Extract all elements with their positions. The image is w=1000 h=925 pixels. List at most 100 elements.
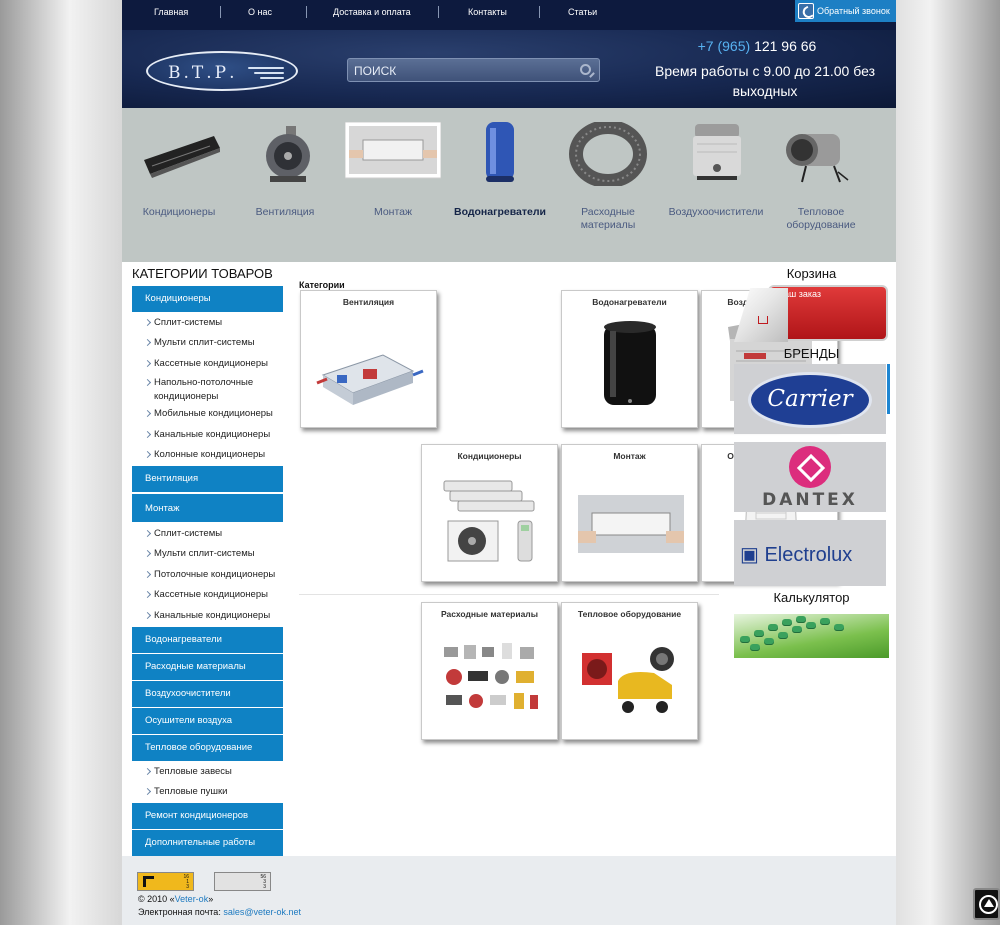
category-card-conditioners[interactable]: Кондиционеры	[421, 444, 558, 582]
cart-page-curl	[734, 288, 788, 342]
cards-divider	[299, 594, 719, 595]
sidebar-subitem[interactable]: Мульти сплит-системы	[154, 547, 255, 561]
sidebar-subitem[interactable]: Мульти сплит-системы	[154, 336, 255, 350]
sidebar-subitem[interactable]: Колонные кондиционеры	[154, 448, 265, 462]
phone-number: +7 (965) 121 96 66	[642, 38, 872, 54]
phone-main: 121 96 66	[754, 38, 817, 54]
brand-carrier[interactable]: Carrier	[734, 364, 886, 434]
brand-dantex[interactable]: DANTEX	[734, 442, 886, 512]
category-conditioners[interactable]: Кондиционеры	[126, 108, 232, 219]
footer: 16 1 3 56 3 3 © 2010 «Veter-ok» Электрон…	[122, 856, 896, 925]
sidebar-item-conditioners[interactable]: Кондиционеры	[132, 286, 283, 312]
category-card-consumables[interactable]: Расходные материалы	[421, 602, 558, 740]
air-conditioner-image	[134, 122, 224, 186]
sidebar-item-consumables[interactable]: Расходные материалы	[132, 654, 283, 680]
search-box	[347, 58, 600, 82]
sidebar-item-extra-works[interactable]: Дополнительные работы	[132, 830, 283, 856]
brand-electrolux[interactable]: ▣ Electrolux	[734, 520, 886, 586]
stats-counter[interactable]: 56 3 3	[214, 872, 271, 891]
header: В.Т.Р. +7 (965) 121 96 66 Время работы с…	[122, 30, 896, 108]
sidebar-title: КАТЕГОРИИ ТОВАРОВ	[132, 266, 273, 281]
category-label: Кондиционеры	[142, 206, 216, 218]
calculator-key	[820, 618, 830, 625]
sidebar-subitem[interactable]: Мобильные кондиционеры	[154, 407, 273, 421]
cart-widget[interactable]: Ваш заказ	[734, 284, 889, 342]
consumables-image	[434, 625, 547, 733]
sidebar-item-air-purifiers[interactable]: Воздухоочистители	[132, 681, 283, 707]
carrier-logo: Carrier	[748, 372, 872, 428]
nav-articles[interactable]: Статьи	[568, 7, 597, 17]
category-consumables[interactable]: Расходные материалы	[555, 108, 661, 232]
sidebar-subitem[interactable]: Сплит-системы	[154, 316, 222, 330]
nav-contacts[interactable]: Контакты	[468, 7, 507, 17]
air-purifier-image	[671, 122, 761, 186]
visit-counter[interactable]: 16 1 3	[137, 872, 194, 891]
sidebar-item-water-heaters[interactable]: Водонагреватели	[132, 627, 283, 653]
sidebar-subitem[interactable]: Кассетные кондиционеры	[154, 588, 268, 602]
nav-home[interactable]: Главная	[154, 7, 188, 17]
category-air-purifiers[interactable]: Воздухоочистители	[663, 108, 769, 219]
search-input[interactable]	[354, 63, 564, 79]
sidebar-subitem[interactable]: Кассетные кондиционеры	[154, 357, 268, 371]
calculator-key	[806, 622, 816, 629]
sidebar-item-dehumidifiers[interactable]: Осушители воздуха	[132, 708, 283, 734]
nav-separator	[220, 6, 221, 18]
brands-scrollbar[interactable]	[887, 364, 890, 414]
pipe-coil-image	[563, 120, 653, 188]
category-card-ventilation[interactable]: Вентиляция	[300, 290, 437, 428]
sidebar-item-ventilation[interactable]: Вентиляция	[132, 466, 283, 492]
ventilation-unit-image	[313, 313, 426, 421]
calculator-key	[834, 624, 844, 631]
nav-separator	[306, 6, 307, 18]
nav-separator	[438, 6, 439, 18]
electrolux-logo-text: Electrolux	[764, 544, 853, 566]
sidebar-item-repair[interactable]: Ремонт кондиционеров	[132, 803, 283, 829]
sidebar-subitem[interactable]: Напольно-потолочные кондиционеры	[154, 376, 269, 404]
category-ventilation[interactable]: Вентиляция	[232, 108, 338, 219]
site-link[interactable]: Veter-ok	[175, 894, 209, 904]
calculator-banner[interactable]	[734, 614, 889, 658]
sidebar-subitem[interactable]: Тепловые пушки	[154, 785, 227, 799]
calculator-key	[782, 619, 792, 626]
category-card-heating[interactable]: Тепловое оборудование	[561, 602, 698, 740]
heating-equipment-image	[574, 625, 687, 733]
category-montage[interactable]: Монтаж	[340, 108, 446, 219]
category-water-heaters[interactable]: Водонагреватели	[447, 108, 553, 219]
water-heater-image	[574, 313, 687, 421]
category-card-water-heaters[interactable]: Водонагреватели	[561, 290, 698, 428]
category-card-montage[interactable]: Монтаж	[561, 444, 698, 582]
copyright-prefix: © 2010 «	[138, 894, 175, 904]
water-heater-image	[455, 122, 545, 186]
installation-image	[344, 121, 442, 186]
sidebar-subitem[interactable]: Канальные кондиционеры	[154, 428, 270, 442]
copyright: © 2010 «Veter-ok»	[138, 894, 213, 904]
search-icon[interactable]	[580, 64, 591, 75]
dantex-logo-text: DANTEX	[762, 490, 858, 510]
sidebar-item-montage[interactable]: Монтаж	[132, 494, 283, 522]
logo[interactable]: В.Т.Р.	[146, 51, 298, 91]
logo-wave	[254, 72, 284, 74]
installation-image	[574, 467, 687, 575]
calculator-key	[796, 616, 806, 623]
category-heating[interactable]: Тепловое оборудование	[768, 108, 874, 232]
sidebar-subitem[interactable]: Тепловые завесы	[154, 765, 232, 779]
email-link[interactable]: sales@veter-ok.net	[223, 907, 301, 917]
sidebar-subitem[interactable]: Сплит-системы	[154, 527, 222, 541]
scroll-to-top-icon[interactable]	[973, 888, 1000, 920]
logo-wave	[248, 67, 284, 69]
sidebar-subitem[interactable]: Канальные кондиционеры	[154, 609, 270, 623]
top-navigation: Главная О нас Доставка и оплата Контакты…	[122, 0, 896, 30]
brands-title: БРЕНДЫ	[783, 346, 840, 361]
sidebar-item-heating[interactable]: Тепловое оборудование	[132, 735, 283, 761]
card-title: Тепловое оборудование	[577, 609, 682, 619]
counter-value: 3	[186, 884, 189, 890]
calculator-key	[768, 624, 778, 631]
sidebar-subitem[interactable]: Потолочные кондиционеры	[154, 568, 275, 582]
page: Главная О нас Доставка и оплата Контакты…	[122, 0, 896, 925]
electrolux-logo: ▣ Electrolux	[740, 544, 853, 566]
calculator-key	[740, 636, 750, 643]
nav-delivery[interactable]: Доставка и оплата	[333, 7, 411, 17]
nav-about[interactable]: О нас	[248, 7, 272, 17]
ventilation-fan-image	[240, 122, 330, 186]
callback-button[interactable]: Обратный звонок	[795, 0, 896, 22]
